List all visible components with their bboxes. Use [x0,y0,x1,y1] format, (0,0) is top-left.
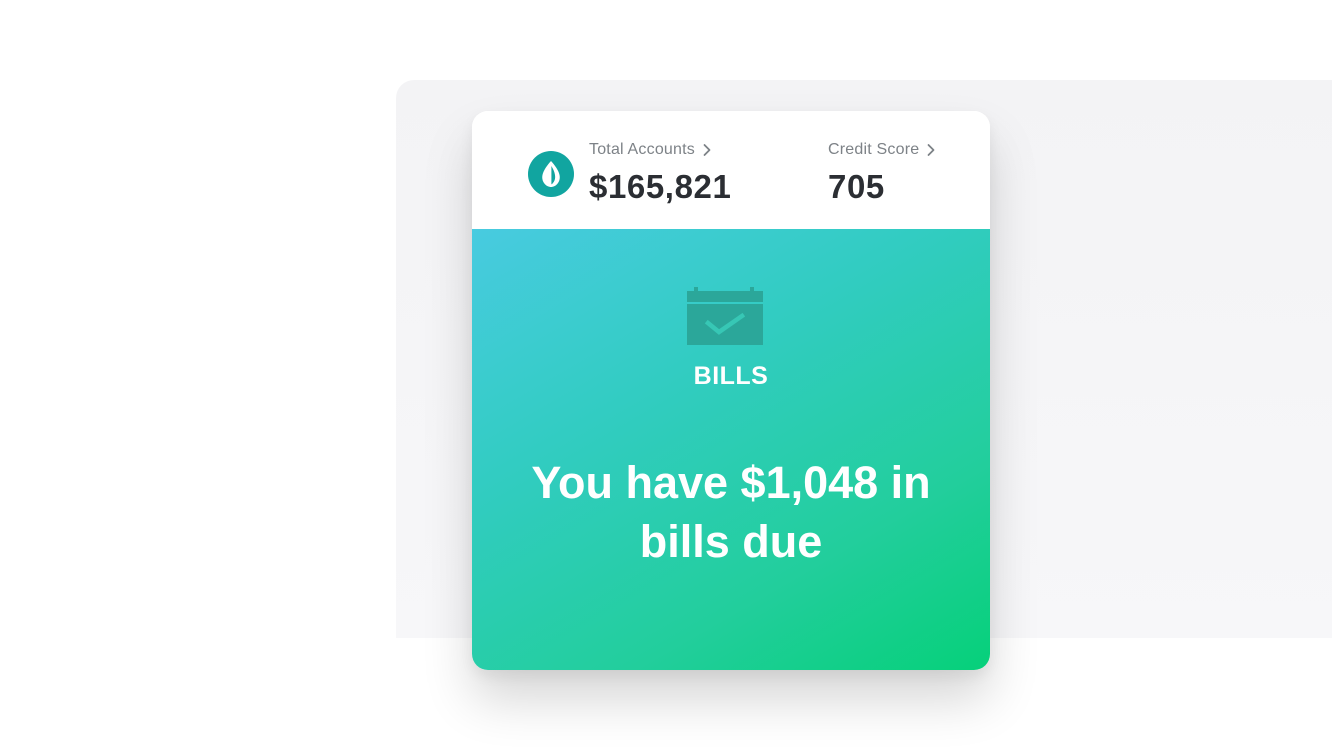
chevron-right-icon [927,144,935,156]
mint-leaf-icon [528,151,574,197]
credit-score-value: 705 [828,168,885,205]
screen: Total Accounts $165,821 Credit Score 705 [0,0,1332,749]
total-accounts-link[interactable]: Total Accounts $165,821 [589,139,731,205]
calendar-check-icon [687,287,763,345]
bills-due-message: You have $1,048 in bills due [531,457,931,567]
chevron-right-icon [703,144,711,156]
summary-card: Total Accounts $165,821 Credit Score 705 [472,111,990,670]
bills-title: BILLS [693,362,769,390]
credit-score-link[interactable]: Credit Score 705 [828,139,936,205]
credit-score-label: Credit Score [828,141,920,158]
total-accounts-value: $165,821 [589,168,732,205]
card-header: Total Accounts $165,821 Credit Score 705 [472,111,990,229]
total-accounts-label: Total Accounts [589,141,695,158]
bills-panel[interactable]: BILLS You have $1,048 in bills due [472,229,990,670]
